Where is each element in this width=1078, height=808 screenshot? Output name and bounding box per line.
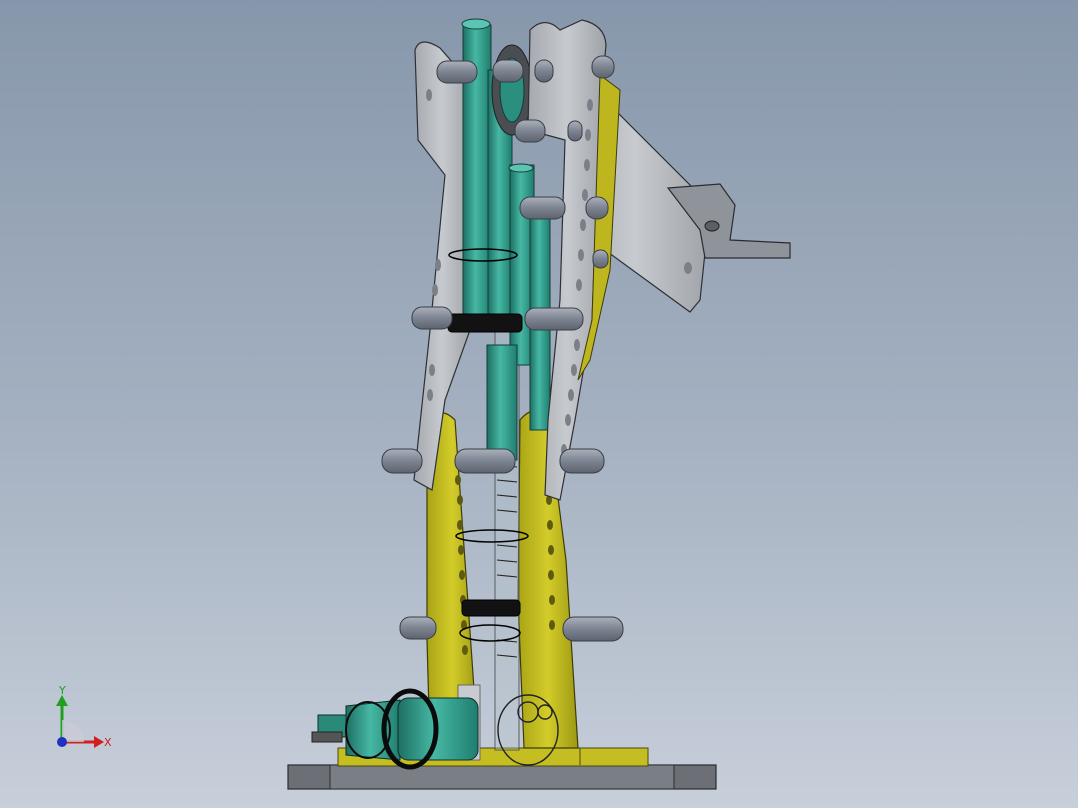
upper-arm-grey-left[interactable] xyxy=(413,41,471,491)
y-axis-label: Y xyxy=(58,684,66,697)
x-axis-label: X xyxy=(104,736,112,749)
axis-triad: Y X xyxy=(56,684,112,749)
cad-viewport[interactable]: Y X xyxy=(0,0,1078,808)
z-axis-dot xyxy=(57,737,67,747)
robot-arm-model[interactable] xyxy=(0,0,1078,808)
